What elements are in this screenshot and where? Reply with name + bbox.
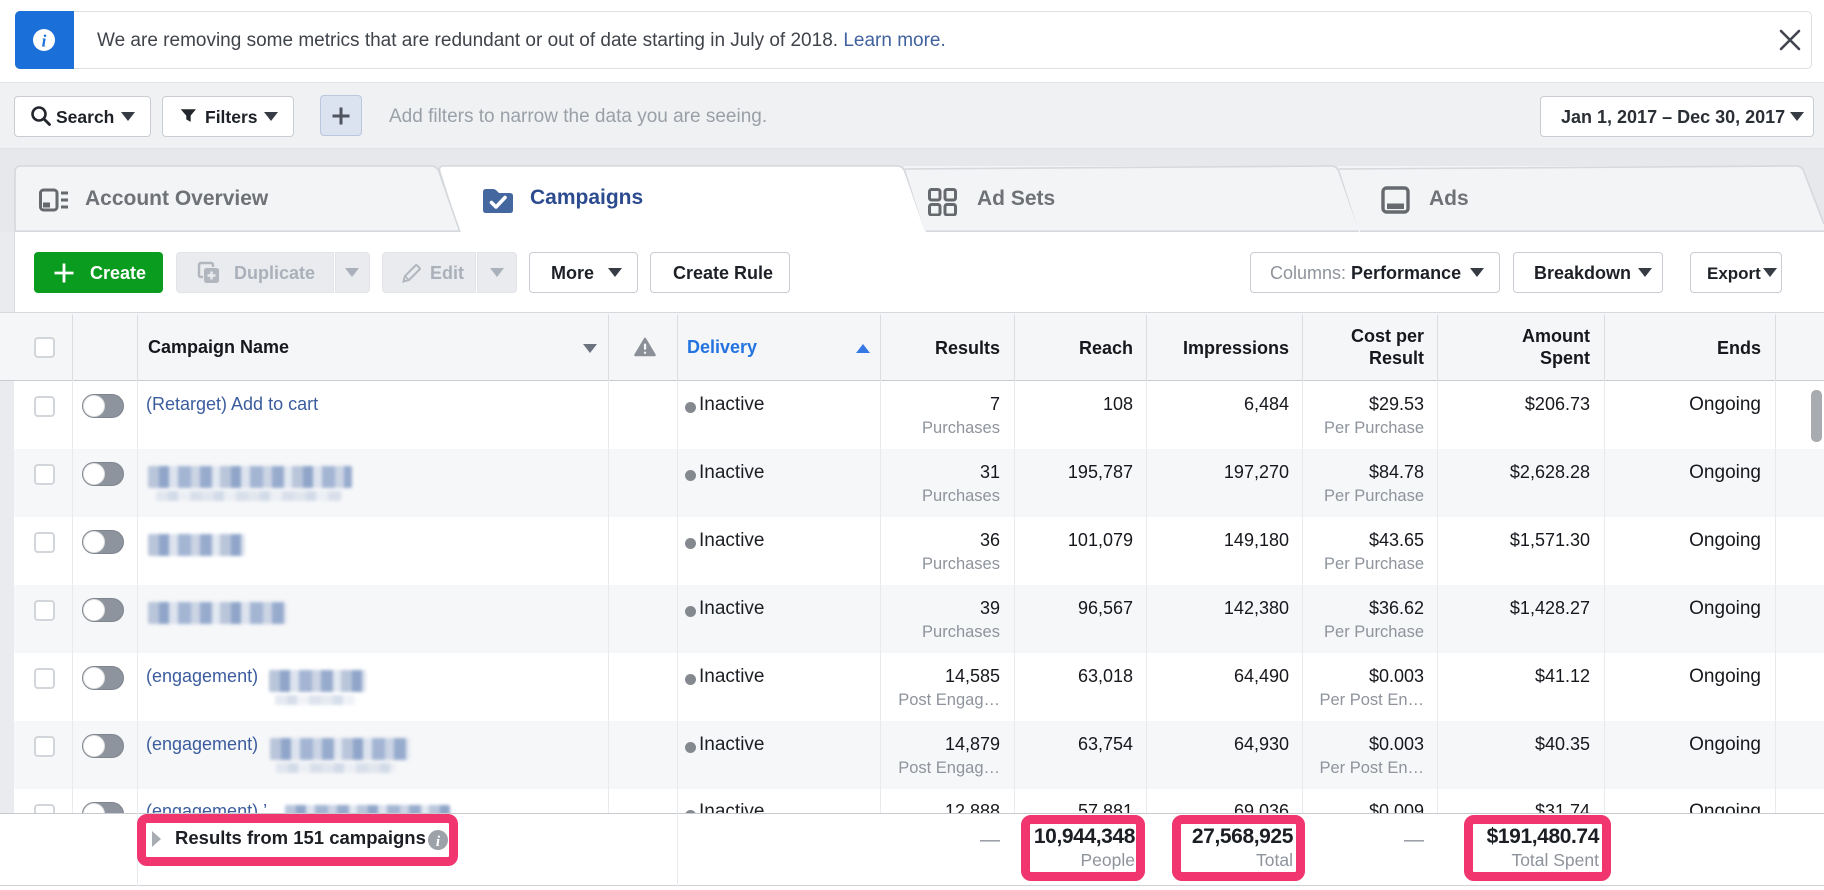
svg-text:i: i (42, 32, 47, 51)
